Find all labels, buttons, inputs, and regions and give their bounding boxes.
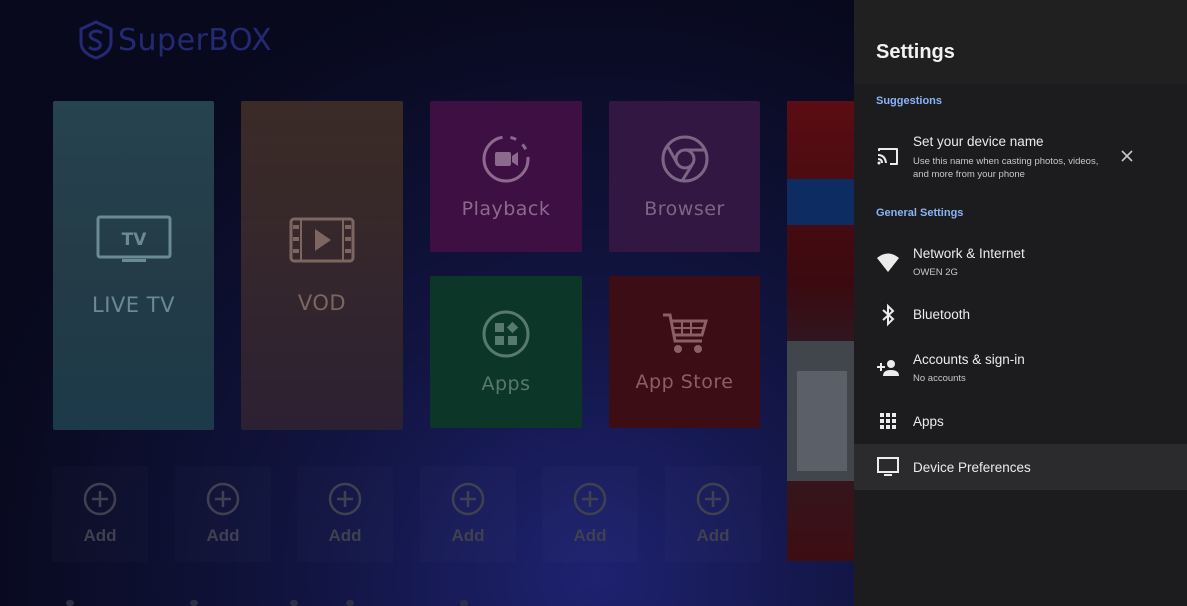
tile-label: App Store <box>635 371 734 393</box>
suggestion-title: Set your device name <box>913 134 1044 149</box>
settings-item-title: Accounts & sign-in <box>913 352 1025 367</box>
add-shortcut-slot[interactable]: Add <box>542 466 638 562</box>
tile-vod[interactable]: VOD <box>241 101 403 430</box>
settings-item-device-preferences[interactable]: Device Preferences <box>854 444 1187 490</box>
tile-label: VOD <box>297 290 347 315</box>
apps-grid-icon <box>876 409 900 433</box>
add-circle-icon <box>206 482 240 516</box>
add-label: Add <box>328 526 362 545</box>
dock-indicator <box>190 600 198 606</box>
cast-icon <box>876 145 900 169</box>
dock-indicator <box>346 600 354 606</box>
add-circle-icon <box>573 482 607 516</box>
settings-item-title: Device Preferences <box>913 460 1031 475</box>
suggestion-subtitle: Use this name when casting photos, video… <box>913 156 1099 167</box>
browser-icon <box>661 135 708 182</box>
cart-icon <box>662 313 708 353</box>
add-circle-icon <box>451 482 485 516</box>
tile-browser[interactable]: Browser <box>609 101 760 252</box>
add-label: Add <box>451 526 485 545</box>
add-circle-icon <box>328 482 362 516</box>
tile-app-store[interactable]: App Store <box>609 276 760 428</box>
add-label: Add <box>206 526 240 545</box>
settings-item-subtitle: OWEN 2G <box>913 267 958 278</box>
dismiss-suggestion-icon[interactable] <box>1118 147 1136 165</box>
suggestion-subtitle: and more from your phone <box>913 169 1025 180</box>
brand-name: SuperBOX <box>118 22 273 58</box>
playback-icon <box>482 135 530 182</box>
settings-item-apps[interactable]: Apps <box>854 398 1187 444</box>
dock-indicator <box>460 600 468 606</box>
suggestions-label: Suggestions <box>876 95 943 107</box>
tile-label: Apps <box>481 373 531 395</box>
add-label: Add <box>573 526 607 545</box>
add-shortcut-slot[interactable]: Add <box>665 466 761 562</box>
add-circle-icon <box>696 482 730 516</box>
tile-live-tv[interactable]: TV LIVE TV <box>53 101 214 430</box>
settings-item-accounts[interactable]: Accounts & sign-in No accounts <box>854 344 1187 392</box>
tile-label: Playback <box>461 197 551 220</box>
add-shortcut-slot[interactable]: Add <box>175 466 271 562</box>
settings-item-title: Bluetooth <box>913 307 971 322</box>
superbox-logo: SuperBOX <box>78 20 272 60</box>
banner-photo-detail <box>797 371 847 471</box>
promo-banner[interactable] <box>787 101 857 561</box>
film-play-icon <box>289 217 355 262</box>
add-shortcut-slot[interactable]: Add <box>297 466 393 562</box>
settings-item-network[interactable]: Network & Internet OWEN 2G <box>854 238 1187 286</box>
add-label: Add <box>83 526 117 545</box>
apps-icon <box>482 310 530 358</box>
dock-indicator <box>290 600 298 606</box>
tile-label: Browser <box>644 197 725 220</box>
settings-panel: Settings Suggestions Set your device nam… <box>854 0 1187 606</box>
settings-title: Settings <box>876 41 955 63</box>
wifi-icon <box>876 250 900 274</box>
settings-item-title: Apps <box>913 414 944 429</box>
settings-item-subtitle: No accounts <box>913 373 966 384</box>
monitor-icon <box>876 455 900 479</box>
tv-icon: TV <box>96 215 171 262</box>
bluetooth-icon <box>876 303 900 327</box>
tile-label: LIVE TV <box>92 292 175 317</box>
suggestion-device-name[interactable]: Set your device name Use this name when … <box>854 126 1187 188</box>
tile-playback[interactable]: Playback <box>430 101 582 252</box>
settings-header: Settings <box>854 0 1187 84</box>
tv-badge: TV <box>121 230 147 250</box>
add-label: Add <box>696 526 730 545</box>
add-person-icon <box>876 356 900 380</box>
tile-apps[interactable]: Apps <box>430 276 582 428</box>
add-shortcut-slot[interactable]: Add <box>420 466 516 562</box>
settings-item-title: Network & Internet <box>913 246 1025 261</box>
add-shortcut-slot[interactable]: Add <box>52 466 148 562</box>
add-circle-icon <box>83 482 117 516</box>
shield-s-icon <box>79 20 113 60</box>
settings-item-bluetooth[interactable]: Bluetooth <box>854 292 1187 338</box>
general-settings-label: General Settings <box>876 207 964 219</box>
banner-stripe <box>787 179 857 225</box>
dock-indicator <box>66 600 74 606</box>
